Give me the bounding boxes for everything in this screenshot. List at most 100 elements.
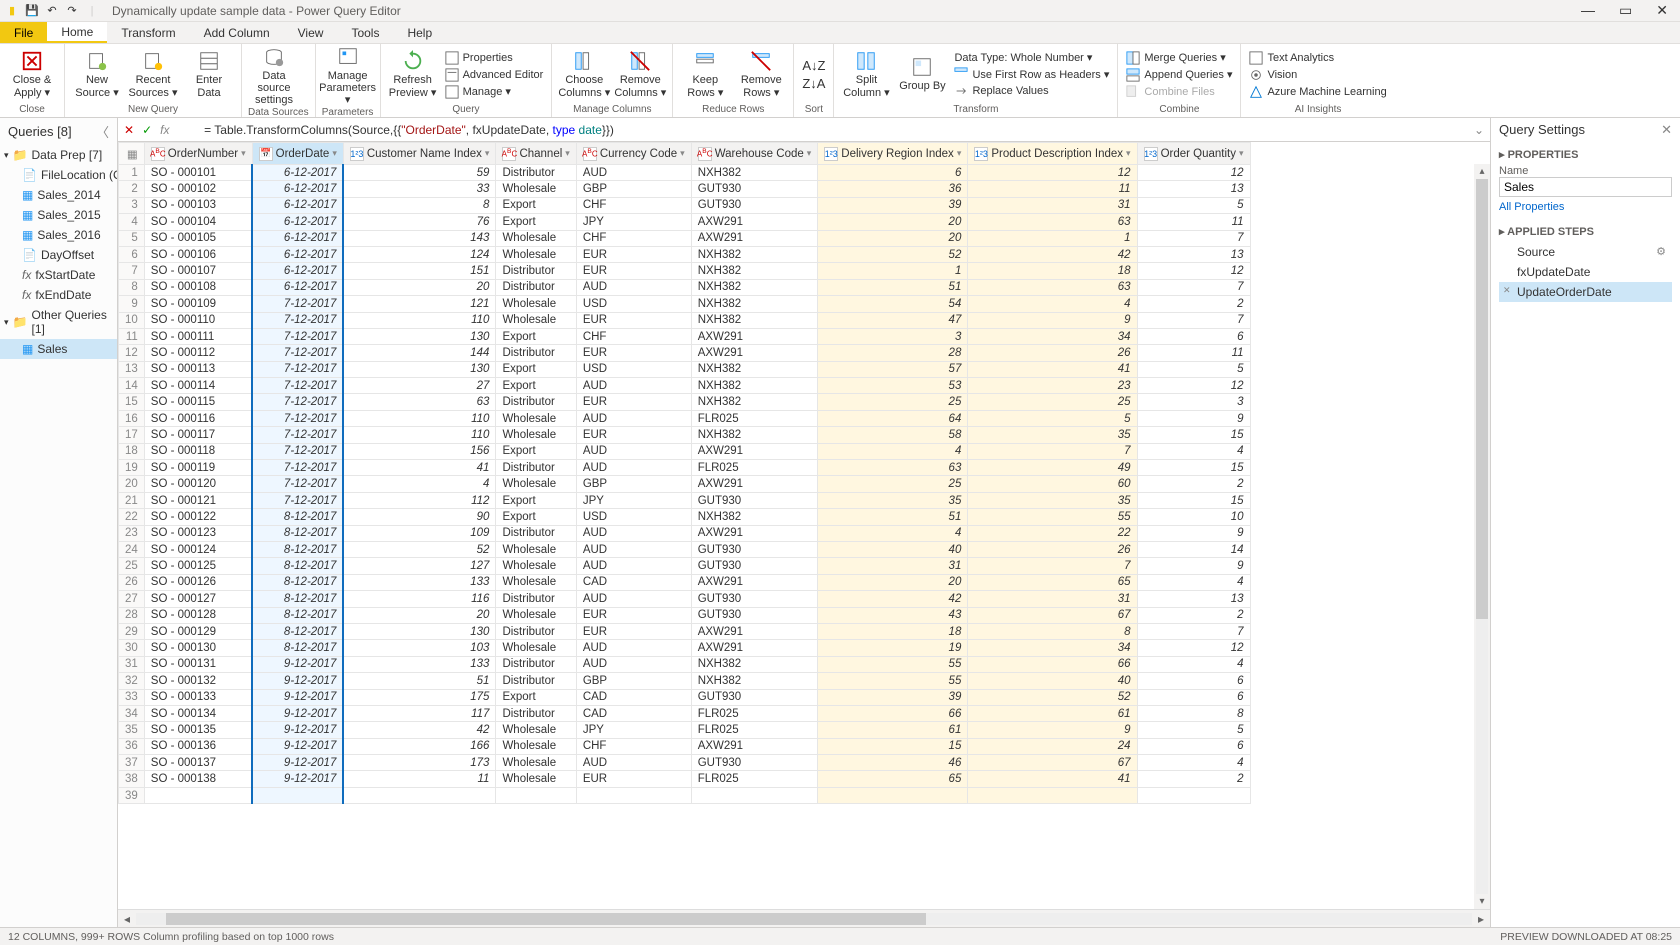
- cell[interactable]: AUD: [576, 165, 691, 181]
- cell[interactable]: AXW291: [691, 345, 818, 361]
- cell[interactable]: 35: [818, 492, 968, 508]
- split-column-button[interactable]: Split Column ▾: [840, 50, 892, 98]
- cell[interactable]: Wholesale: [496, 558, 576, 574]
- cell[interactable]: 9: [1137, 558, 1250, 574]
- cell[interactable]: 4: [1137, 656, 1250, 672]
- cell[interactable]: SO - 000102: [144, 181, 252, 197]
- tab-transform[interactable]: Transform: [107, 22, 189, 43]
- table-row[interactable]: 16SO - 0001167-12-2017110WholesaleAUDFLR…: [119, 410, 1251, 426]
- cell[interactable]: CAD: [576, 574, 691, 590]
- cell[interactable]: 61: [968, 705, 1137, 721]
- row-number[interactable]: 12: [119, 345, 145, 361]
- cell[interactable]: 57: [818, 361, 968, 377]
- cell[interactable]: Wholesale: [496, 738, 576, 754]
- table-row[interactable]: 25SO - 0001258-12-2017127WholesaleAUDGUT…: [119, 558, 1251, 574]
- row-number[interactable]: 17: [119, 427, 145, 443]
- row-number[interactable]: 7: [119, 263, 145, 279]
- tab-home[interactable]: Home: [47, 22, 107, 43]
- row-number[interactable]: 20: [119, 476, 145, 492]
- row-number[interactable]: 34: [119, 705, 145, 721]
- applied-step[interactable]: Source⚙: [1499, 242, 1672, 262]
- cell[interactable]: 67: [968, 607, 1137, 623]
- cell[interactable]: JPY: [576, 722, 691, 738]
- cell[interactable]: 39: [818, 689, 968, 705]
- cell[interactable]: 7: [1137, 279, 1250, 295]
- cell[interactable]: 36: [818, 181, 968, 197]
- cell[interactable]: 9-12-2017: [252, 656, 343, 672]
- cell[interactable]: Distributor: [496, 623, 576, 639]
- redo-icon[interactable]: ↷: [64, 3, 80, 19]
- cell[interactable]: 121: [343, 296, 496, 312]
- cell[interactable]: Distributor: [496, 394, 576, 410]
- cell[interactable]: CHF: [576, 197, 691, 213]
- row-number[interactable]: 38: [119, 771, 145, 787]
- row-number[interactable]: 14: [119, 378, 145, 394]
- cell[interactable]: 9: [1137, 525, 1250, 541]
- cell[interactable]: 6-12-2017: [252, 279, 343, 295]
- cell[interactable]: 9-12-2017: [252, 755, 343, 771]
- cell[interactable]: 20: [343, 607, 496, 623]
- cell[interactable]: SO - 000116: [144, 410, 252, 426]
- cell[interactable]: 52: [968, 689, 1137, 705]
- cell[interactable]: GUT930: [691, 558, 818, 574]
- cell[interactable]: 8-12-2017: [252, 623, 343, 639]
- cell[interactable]: 173: [343, 755, 496, 771]
- table-row[interactable]: 28SO - 0001288-12-201720WholesaleEURGUT9…: [119, 607, 1251, 623]
- table-row[interactable]: 4SO - 0001046-12-201776ExportJPYAXW29120…: [119, 214, 1251, 230]
- vertical-scrollbar[interactable]: ▴ ▾: [1474, 164, 1490, 909]
- cell[interactable]: Export: [496, 214, 576, 230]
- cell[interactable]: Wholesale: [496, 771, 576, 787]
- cell[interactable]: 10: [1137, 509, 1250, 525]
- cell[interactable]: 28: [818, 345, 968, 361]
- cell[interactable]: 25: [818, 476, 968, 492]
- cell[interactable]: 2: [1137, 607, 1250, 623]
- horizontal-scrollbar[interactable]: ◂ ▸: [118, 909, 1490, 927]
- row-number[interactable]: 26: [119, 574, 145, 590]
- cell[interactable]: 133: [343, 574, 496, 590]
- cell[interactable]: AXW291: [691, 214, 818, 230]
- query-item[interactable]: 📄DayOffset: [0, 245, 117, 265]
- table-row[interactable]: 8SO - 0001086-12-201720DistributorAUDNXH…: [119, 279, 1251, 295]
- cell[interactable]: 7-12-2017: [252, 427, 343, 443]
- cell[interactable]: 31: [968, 197, 1137, 213]
- data-grid[interactable]: ▦ABCOrderNumber▾📅OrderDate▾1²3Customer N…: [118, 142, 1490, 909]
- cell[interactable]: AUD: [576, 640, 691, 656]
- cell[interactable]: 55: [818, 656, 968, 672]
- cell[interactable]: 103: [343, 640, 496, 656]
- cell[interactable]: JPY: [576, 492, 691, 508]
- cell[interactable]: AUD: [576, 460, 691, 476]
- cell[interactable]: AXW291: [691, 328, 818, 344]
- cell[interactable]: EUR: [576, 246, 691, 262]
- cell[interactable]: SO - 000104: [144, 214, 252, 230]
- cell[interactable]: NXH382: [691, 296, 818, 312]
- scroll-left-icon[interactable]: ◂: [118, 912, 136, 926]
- table-row[interactable]: 24SO - 0001248-12-201752WholesaleAUDGUT9…: [119, 541, 1251, 557]
- row-header-corner[interactable]: ▦: [119, 143, 145, 165]
- cell[interactable]: 42: [818, 591, 968, 607]
- table-row[interactable]: 5SO - 0001056-12-2017143WholesaleCHFAXW2…: [119, 230, 1251, 246]
- scroll-right-icon[interactable]: ▸: [1472, 912, 1490, 926]
- row-number[interactable]: 33: [119, 689, 145, 705]
- cell[interactable]: SO - 000123: [144, 525, 252, 541]
- cell[interactable]: EUR: [576, 263, 691, 279]
- cell[interactable]: GUT930: [691, 492, 818, 508]
- cell[interactable]: 4: [1137, 574, 1250, 590]
- row-number[interactable]: 35: [119, 722, 145, 738]
- cell[interactable]: SO - 000133: [144, 689, 252, 705]
- cell[interactable]: SO - 000105: [144, 230, 252, 246]
- cell[interactable]: 7-12-2017: [252, 394, 343, 410]
- cell[interactable]: 12: [1137, 640, 1250, 656]
- cell[interactable]: 76: [343, 214, 496, 230]
- remove-rows-button[interactable]: Remove Rows ▾: [735, 50, 787, 98]
- cell[interactable]: NXH382: [691, 279, 818, 295]
- cell[interactable]: 11: [1137, 345, 1250, 361]
- cell[interactable]: 3: [818, 328, 968, 344]
- cell[interactable]: 7: [1137, 312, 1250, 328]
- cell[interactable]: AXW291: [691, 230, 818, 246]
- cell[interactable]: CHF: [576, 230, 691, 246]
- cell[interactable]: 6-12-2017: [252, 230, 343, 246]
- cell[interactable]: 23: [968, 378, 1137, 394]
- cell[interactable]: USD: [576, 361, 691, 377]
- cell[interactable]: 26: [968, 541, 1137, 557]
- cell[interactable]: GUT930: [691, 755, 818, 771]
